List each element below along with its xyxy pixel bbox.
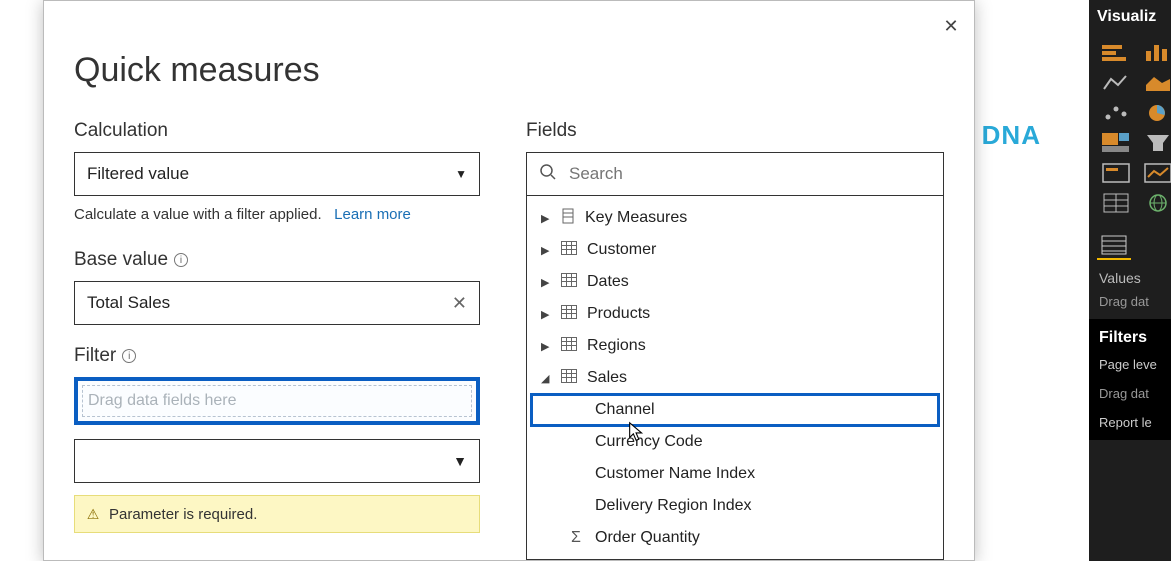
globe-icon[interactable] [1141, 190, 1171, 216]
pie-chart-icon[interactable] [1141, 100, 1171, 126]
funnel-icon[interactable] [1141, 130, 1171, 156]
caret-right-icon: ▶ [541, 308, 551, 321]
tree-table-item[interactable]: ▶ Regions [527, 330, 943, 362]
values-placeholder[interactable]: Drag dat [1089, 290, 1171, 319]
table-icon [561, 337, 577, 356]
treemap-icon[interactable] [1099, 130, 1133, 156]
table-name: Products [587, 305, 650, 323]
base-value-field[interactable]: Total Sales ✕ [74, 281, 480, 325]
search-input[interactable] [567, 163, 931, 185]
table-name: Customer [587, 241, 656, 259]
clear-base-value-icon[interactable]: ✕ [452, 293, 467, 314]
page-filters-placeholder[interactable]: Drag dat [1089, 382, 1171, 411]
calculation-select[interactable]: Filtered value ▼ [74, 152, 480, 196]
page-level-filters-label: Page leve [1089, 353, 1171, 382]
visualizations-pane: Visualiz [1089, 0, 1171, 561]
tree-column-item[interactable]: Σ Order Quantity [527, 522, 943, 554]
table-name: Regions [587, 337, 646, 355]
search-icon [539, 163, 557, 186]
tree-column-item[interactable]: Delivery Region Index [527, 490, 943, 522]
column-name: Currency Code [595, 433, 703, 451]
base-value-text: Total Sales [87, 293, 170, 313]
chevron-down-icon: ▼ [455, 167, 467, 181]
column-chart-icon[interactable] [1141, 40, 1171, 66]
tree-table-item[interactable]: ▶ Dates [527, 266, 943, 298]
calculation-label: Calculation [74, 120, 480, 142]
visualizations-header: Visualiz [1089, 0, 1171, 36]
table-name: Dates [587, 273, 629, 291]
brand-blue: DNA [982, 120, 1041, 150]
caret-right-icon: ▶ [541, 340, 551, 353]
info-icon[interactable]: i [174, 253, 188, 267]
calculation-value: Filtered value [87, 164, 189, 184]
card-icon[interactable] [1099, 160, 1133, 186]
filter-placeholder: Drag data fields here [88, 392, 237, 410]
tree-table-item[interactable]: ▶ Products [527, 298, 943, 330]
report-level-filters-label: Report le [1089, 411, 1171, 440]
warning-text: Parameter is required. [109, 506, 257, 523]
scatter-chart-icon[interactable] [1099, 100, 1133, 126]
measure-icon [561, 208, 575, 229]
area-chart-icon[interactable] [1141, 70, 1171, 96]
tree-table-item[interactable]: ◢ Sales [527, 362, 943, 394]
filter-warning: ⚠ Parameter is required. [74, 495, 480, 533]
line-chart-icon[interactable] [1099, 70, 1133, 96]
table-icon [561, 273, 577, 292]
caret-right-icon: ▶ [541, 276, 551, 289]
table-icon [561, 369, 577, 388]
tree-table-item[interactable]: ▶ Customer [527, 234, 943, 266]
close-icon[interactable]: ✕ [938, 13, 964, 39]
caret-right-icon: ▶ [541, 244, 551, 257]
left-column: Calculation Filtered value ▼ Calculate a… [74, 120, 480, 560]
caret-right-icon: ▶ [541, 212, 551, 225]
fields-tree[interactable]: ▶ Key Measures ▶ Customer ▶ Dates ▶ Products ▶ Re… [526, 196, 944, 560]
caret-down-icon: ◢ [541, 372, 551, 385]
values-well-icon[interactable] [1097, 232, 1131, 260]
base-value-label: Base value i [74, 249, 480, 271]
quick-measures-dialog: ✕ Quick measures Calculation Filtered va… [43, 0, 975, 561]
column-name: Customer Name Index [595, 465, 755, 483]
filter-value-select[interactable]: ▼ [74, 439, 480, 483]
column-name: Delivery Region Index [595, 497, 752, 515]
values-label: Values [1089, 260, 1171, 290]
fields-search[interactable] [526, 152, 944, 196]
fields-label: Fields [526, 120, 944, 142]
info-icon[interactable]: i [122, 349, 136, 363]
filters-header: Filters [1089, 319, 1171, 353]
tree-column-item[interactable]: Currency Code [527, 426, 943, 458]
learn-more-link[interactable]: Learn more [334, 206, 411, 223]
table-icon [561, 305, 577, 324]
warning-icon: ⚠ [85, 506, 101, 522]
table-name: Sales [587, 369, 627, 387]
chevron-down-icon: ▼ [453, 453, 467, 469]
visualizations-grid [1089, 36, 1171, 226]
filter-drop-zone[interactable]: Drag data fields here [76, 379, 478, 423]
kpi-icon[interactable] [1141, 160, 1171, 186]
column-name: Order Quantity [595, 529, 700, 547]
stacked-bar-icon[interactable] [1099, 40, 1133, 66]
table-icon [561, 241, 577, 260]
filter-label: Filter i [74, 345, 480, 367]
right-column: Fields ▶ Key Measures ▶ Customer ▶ Dates ▶ Prod… [526, 120, 944, 560]
tree-table-item[interactable]: ▶ Key Measures [527, 202, 943, 234]
dialog-title: Quick measures [74, 51, 944, 90]
tree-column-item[interactable]: Channel [531, 394, 939, 426]
table-viz-icon[interactable] [1099, 190, 1133, 216]
calculation-helper: Calculate a value with a filter applied.… [74, 206, 480, 223]
tree-column-item[interactable]: Customer Name Index [527, 458, 943, 490]
column-name: Channel [595, 401, 655, 419]
sigma-icon: Σ [571, 529, 585, 547]
table-name: Key Measures [585, 209, 687, 227]
